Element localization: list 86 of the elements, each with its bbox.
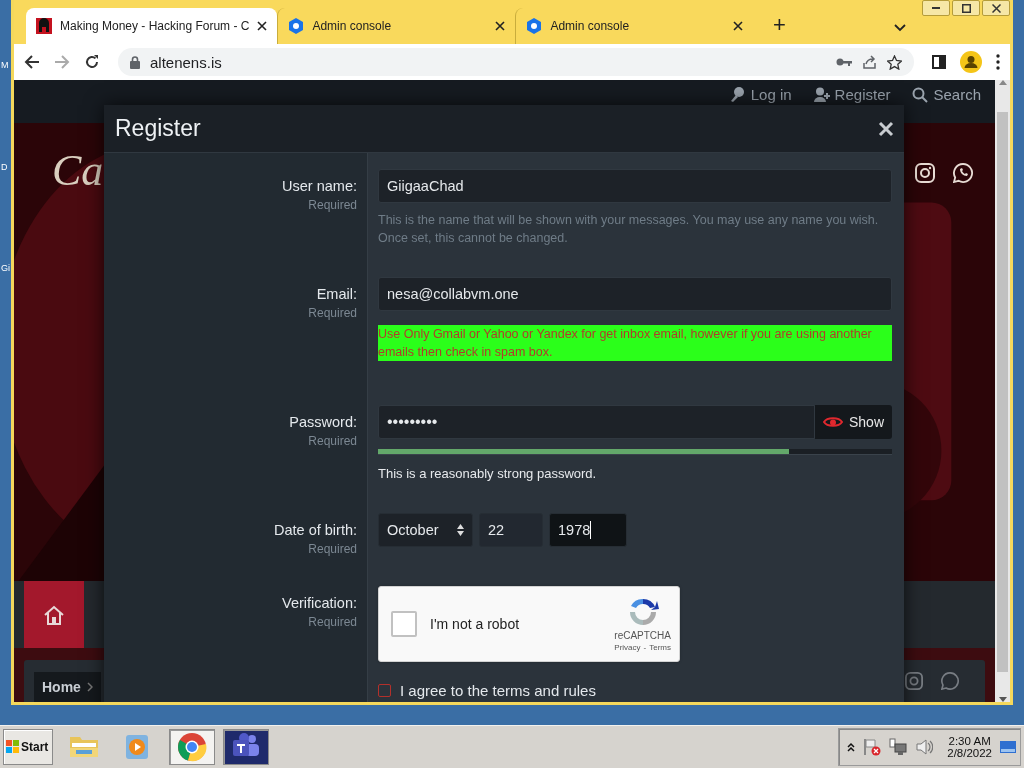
close-icon[interactable]: [495, 21, 506, 31]
captcha-label: I'm not a robot: [430, 616, 521, 632]
chevron-up-icon[interactable]: [847, 742, 856, 752]
reload-icon[interactable]: [84, 54, 100, 70]
new-tab-button[interactable]: +: [767, 12, 792, 38]
browser-tab[interactable]: Making Money - Hacking Forum - C: [26, 8, 278, 44]
maximize-button[interactable]: [952, 0, 980, 16]
scrollbar-thumb[interactable]: [997, 112, 1008, 672]
avatar-icon[interactable]: [960, 51, 982, 73]
instagram-icon[interactable]: [915, 162, 935, 183]
dialog-title: Register: [115, 115, 201, 142]
hexagon-icon: [288, 18, 305, 34]
star-icon[interactable]: [887, 54, 902, 70]
search-icon[interactable]: [912, 86, 929, 103]
terms-link[interactable]: Terms: [649, 643, 671, 652]
desktop-icon-label[interactable]: M: [1, 60, 9, 70]
select-arrows-icon: [457, 524, 464, 536]
maximize-icon: [961, 3, 971, 13]
required-note: Required: [308, 306, 357, 320]
field-label: Password:: [289, 414, 357, 430]
email-notice: Use Only Gmail or Yahoo or Yandex for get inbox email, however if you are using another emails then check in spam box.: [378, 325, 892, 361]
address-bar[interactable]: altenens.is: [118, 48, 914, 76]
captcha-widget[interactable]: I'm not a robot reCAPTCHA Privacy - Terms: [378, 586, 680, 662]
close-icon: [991, 3, 1001, 13]
show-desktop-icon[interactable]: [1000, 740, 1016, 754]
desktop-icon-label[interactable]: D: [1, 162, 8, 172]
minimize-icon: [932, 7, 940, 9]
chevron-down-icon[interactable]: [894, 24, 906, 32]
link-separator: -: [643, 643, 647, 652]
menu-icon[interactable]: [996, 54, 1000, 70]
captcha-checkbox[interactable]: [391, 611, 417, 637]
network-icon[interactable]: [889, 738, 908, 756]
close-icon[interactable]: [733, 21, 744, 31]
nav-link[interactable]: Register: [834, 86, 891, 103]
strength-text: This is a reasonably strong password.: [378, 466, 598, 481]
input-field[interactable]: nesa@collabvm.one: [378, 277, 892, 311]
forum-favicon-icon: [36, 18, 52, 34]
terms-checkbox[interactable]: [378, 684, 391, 697]
taskbar-button[interactable]: [169, 729, 215, 765]
windows-logo-icon: [6, 740, 20, 754]
home-button[interactable]: [24, 581, 84, 648]
flag-error-icon[interactable]: [863, 738, 882, 756]
terms-label: I agree to the terms and rules: [400, 682, 596, 699]
field-hint: This is the name that will be shown with your messages. You may use any name you wish. Once set, this cannot be changed.: [378, 212, 880, 247]
scroll-down-icon[interactable]: [998, 697, 1007, 702]
field-label: Date of birth:: [274, 522, 357, 538]
close-icon[interactable]: [257, 21, 268, 31]
site-logo[interactable]: Ca: [52, 144, 104, 196]
required-note: Required: [308, 434, 357, 448]
back-arrow-icon[interactable]: [24, 54, 40, 70]
desktop-icon-label[interactable]: Gi: [1, 263, 10, 273]
field-label: Email:: [316, 286, 357, 302]
field-label: Verification:: [282, 595, 357, 611]
captcha-brand: reCAPTCHA: [614, 630, 671, 641]
day-field[interactable]: 22: [479, 513, 543, 547]
chrome-icon: [176, 731, 208, 763]
close-button[interactable]: [982, 0, 1010, 16]
nav-link[interactable]: Log in: [750, 86, 792, 103]
year-field[interactable]: 1978: [549, 513, 627, 547]
hexagon-icon: [526, 18, 543, 34]
privacy-link[interactable]: Privacy: [614, 643, 641, 652]
eye-icon: [822, 415, 843, 429]
input-field[interactable]: GiigaaChad: [378, 169, 892, 203]
minimize-button[interactable]: [922, 0, 950, 16]
nav-link[interactable]: Search: [933, 86, 981, 103]
side-panel-icon[interactable]: [932, 55, 946, 69]
required-note: Required: [308, 198, 357, 212]
home-icon: [43, 604, 65, 625]
taskbar-button[interactable]: [223, 729, 269, 765]
chevron-right-icon: [86, 682, 93, 692]
scrollbar[interactable]: [995, 80, 1010, 702]
url-text: altenens.is: [150, 53, 223, 71]
volume-icon[interactable]: [915, 738, 934, 756]
password-field[interactable]: •••••••••: [378, 405, 815, 439]
share-icon[interactable]: [862, 54, 877, 70]
start-button[interactable]: Start: [3, 729, 53, 765]
required-note: Required: [308, 615, 357, 629]
breadcrumb-link[interactable]: Home: [34, 672, 101, 702]
clock-date: 2/8/2022: [947, 747, 992, 759]
lock-icon: [130, 55, 140, 69]
month-select[interactable]: October: [378, 513, 473, 547]
field-label: User name:: [282, 178, 357, 194]
clock-time: 2:30 AM: [948, 735, 991, 747]
show-password-button[interactable]: Show: [814, 405, 892, 439]
user-plus-icon[interactable]: [813, 86, 830, 103]
required-note: Required: [308, 542, 357, 556]
